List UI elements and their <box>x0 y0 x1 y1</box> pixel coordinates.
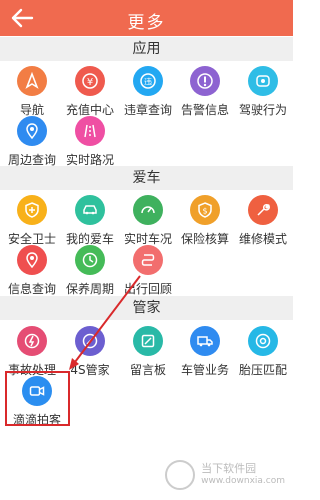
menu-item-vehicle-admin[interactable]: 车管业务 <box>176 326 234 382</box>
menu-item-info-query[interactable]: 信息查询 <box>3 245 61 301</box>
menu-item-maintenance[interactable]: 保养周期 <box>61 245 119 301</box>
violation-query-icon: 违 <box>133 66 163 96</box>
info-query-icon <box>17 245 47 275</box>
alert-icon <box>190 66 220 96</box>
menu-item-navigation[interactable]: 导航 <box>3 66 61 122</box>
accident-icon <box>17 326 47 356</box>
menu-label: 告警信息 <box>180 103 229 117</box>
4s-icon <box>75 326 105 356</box>
menu-label: 违章查询 <box>123 103 172 117</box>
menu-item-security[interactable]: 安全卫士 <box>3 195 61 251</box>
watermark-logo-icon <box>165 460 196 490</box>
svg-text:$: $ <box>202 207 207 216</box>
menu-item-repair[interactable]: 维修模式 <box>234 195 292 251</box>
menu-label: 维修模式 <box>238 232 287 246</box>
repair-icon <box>248 195 278 225</box>
vehicle-admin-icon <box>190 326 220 356</box>
nearby-icon <box>17 116 47 146</box>
menu-item-alert[interactable]: 告警信息 <box>176 66 234 122</box>
message-board-icon <box>133 326 163 356</box>
menu-item-insurance[interactable]: $ 保险核算 <box>176 195 234 251</box>
menu-label: 车管业务 <box>180 363 229 377</box>
menu-label: 驾驶行为 <box>238 103 287 117</box>
maintenance-icon <box>75 245 105 275</box>
menu-item-my-car[interactable]: 我的爱车 <box>61 195 119 251</box>
page-title: 更多 <box>127 13 166 33</box>
section-title-apps: 应用 <box>0 37 293 61</box>
menu-item-driving-behavior[interactable]: 驾驶行为 <box>234 66 292 122</box>
section-title-butler: 管家 <box>0 296 293 320</box>
watermark-line2: www.downxia.com <box>201 476 285 486</box>
section-title-my-car: 爱车 <box>0 166 293 190</box>
menu-label: 保养周期 <box>65 282 114 296</box>
menu-label: 出行回顾 <box>123 282 172 296</box>
menu-item-tire-pressure[interactable]: 胎压匹配 <box>234 326 292 382</box>
watermark-line1: 当下软件园 <box>201 462 257 475</box>
menu-item-car-status[interactable]: 实时车况 <box>119 195 177 251</box>
menu-item-trip-review[interactable]: 出行回顾 <box>119 245 177 301</box>
traffic-icon <box>75 116 105 146</box>
menu-label: 信息查询 <box>7 282 56 296</box>
menu-label: 胎压匹配 <box>238 363 287 377</box>
tire-pressure-icon <box>248 326 278 356</box>
menu-label: 留言板 <box>129 363 166 377</box>
menu-item-violation-query[interactable]: 违 违章查询 <box>119 66 177 122</box>
insurance-icon: $ <box>190 195 220 225</box>
recharge-icon: ¥ <box>75 66 105 96</box>
security-icon <box>17 195 47 225</box>
svg-text:违: 违 <box>144 78 152 87</box>
driving-behavior-icon <box>248 66 278 96</box>
menu-item-traffic[interactable]: 实时路况 <box>61 116 119 172</box>
navigation-icon <box>17 66 47 96</box>
menu-item-nearby[interactable]: 周边查询 <box>3 116 61 172</box>
top-bar: 更多 <box>0 0 293 36</box>
menu-label: 保险核算 <box>180 232 229 246</box>
trip-review-icon <box>133 245 163 275</box>
my-car-icon <box>75 195 105 225</box>
highlight-box <box>5 371 70 426</box>
car-status-icon <box>133 195 163 225</box>
menu-item-message-board[interactable]: 留言板 <box>119 326 177 382</box>
menu-item-recharge[interactable]: ¥ 充值中心 <box>61 66 119 122</box>
svg-text:¥: ¥ <box>87 77 93 88</box>
watermark: 当下软件园 www.downxia.com <box>165 460 285 490</box>
